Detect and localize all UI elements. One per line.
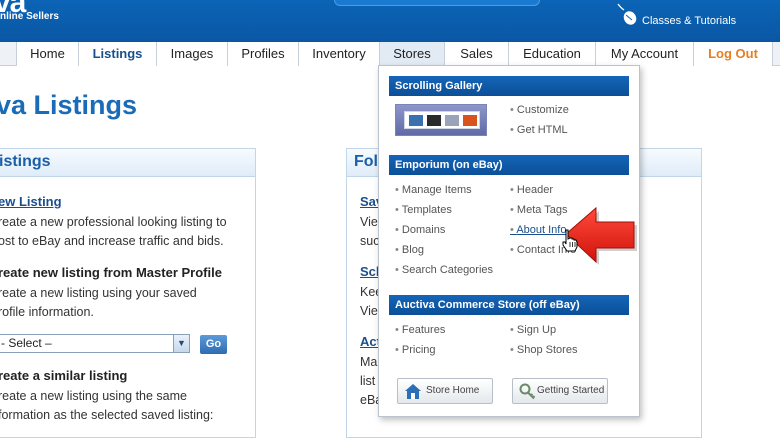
meta-tags-link[interactable]: • Meta Tags [510,204,567,216]
select-value: - Select – [1,336,52,350]
logo-subtitle: nline Sellers [0,11,59,22]
gallery-thumb-item [445,115,459,126]
similar-listing-title: reate a similar listing [0,368,128,383]
emporium-heading: Emporium (on eBay) [389,155,629,175]
home-icon [405,384,421,399]
gallery-thumb-item [427,115,441,126]
domains-link[interactable]: • Domains [395,224,445,236]
page-title: va Listings [0,90,138,120]
new-listing-link[interactable]: ew Listing [0,194,62,209]
tab-log-out[interactable]: Log Out [693,42,773,66]
scrolling-gallery-heading: Scrolling Gallery [389,76,629,96]
templates-link[interactable]: • Templates [395,204,452,216]
store-home-button[interactable]: Store Home [397,378,493,404]
go-button[interactable]: Go [200,335,227,354]
sign-up-link[interactable]: • Sign Up [510,324,556,336]
saved-desc-2: suc [360,234,380,248]
tab-sales[interactable]: Sales [444,42,508,66]
tab-images[interactable]: Images [156,42,227,66]
listings-panel-header: istings [0,149,255,177]
new-listing-desc-1: reate a new professional looking listing… [0,215,227,229]
master-profile-select[interactable]: - Select – ▼ [0,334,190,353]
gallery-customize-link[interactable]: • Customize [510,104,569,116]
hand-cursor-icon [562,229,578,252]
tab-profiles[interactable]: Profiles [227,42,298,66]
features-link[interactable]: • Features [395,324,445,336]
listings-panel-title: istings [0,153,51,170]
tab-inventory[interactable]: Inventory [298,42,379,66]
active-desc-1: Ma [360,355,378,369]
active-desc-2: list [360,374,376,388]
main-nav: Home Listings Images Profiles Inventory … [0,42,780,66]
gallery-preview [404,111,480,129]
about-info-link[interactable]: • About Info [510,224,566,236]
master-profile-desc-1: reate a new listing using your saved [0,286,197,300]
folders-panel-title: Fol [354,153,378,170]
key-icon [519,383,536,400]
tab-my-account[interactable]: My Account [595,42,693,66]
search-categories-link[interactable]: • Search Categories [395,264,493,276]
tab-education[interactable]: Education [508,42,595,66]
master-profile-desc-2: rofile information. [0,305,94,319]
tab-home[interactable]: Home [16,42,78,66]
getting-started-label: Getting Started [537,385,605,396]
shop-stores-link[interactable]: • Shop Stores [510,344,577,356]
header-search-box[interactable] [334,0,540,6]
header-link[interactable]: • Header [510,184,553,196]
gallery-get-html-link[interactable]: • Get HTML [510,124,568,136]
tab-stores[interactable]: Stores [379,42,444,66]
mouse-icon [617,3,637,25]
new-listing-desc-2: ost to eBay and increase traffic and bid… [0,234,224,248]
classes-tutorials-link[interactable]: Classes & Tutorials [642,15,736,27]
tab-listings[interactable]: Listings [78,42,156,66]
gallery-thumb-item [463,115,477,126]
chevron-down-icon[interactable]: ▼ [173,335,189,352]
saved-desc-1: Vie [360,215,378,229]
store-home-label: Store Home [426,385,480,396]
commerce-store-heading: Auctiva Commerce Store (off eBay) [389,295,629,315]
similar-listing-desc-2: formation as the selected saved listing: [0,408,214,422]
getting-started-button[interactable]: Getting Started [512,378,608,404]
blog-link[interactable]: • Blog [395,244,424,256]
gallery-thumb-item [409,115,423,126]
gallery-thumbnail[interactable] [395,104,487,136]
pricing-link[interactable]: • Pricing [395,344,436,356]
master-profile-title: reate new listing from Master Profile [0,265,222,280]
similar-listing-desc-1: reate a new listing using the same [0,389,187,403]
top-banner: va nline Sellers Classes & Tutorials [0,0,780,42]
scheduled-desc-2: Vie [360,304,378,318]
manage-items-link[interactable]: • Manage Items [395,184,472,196]
